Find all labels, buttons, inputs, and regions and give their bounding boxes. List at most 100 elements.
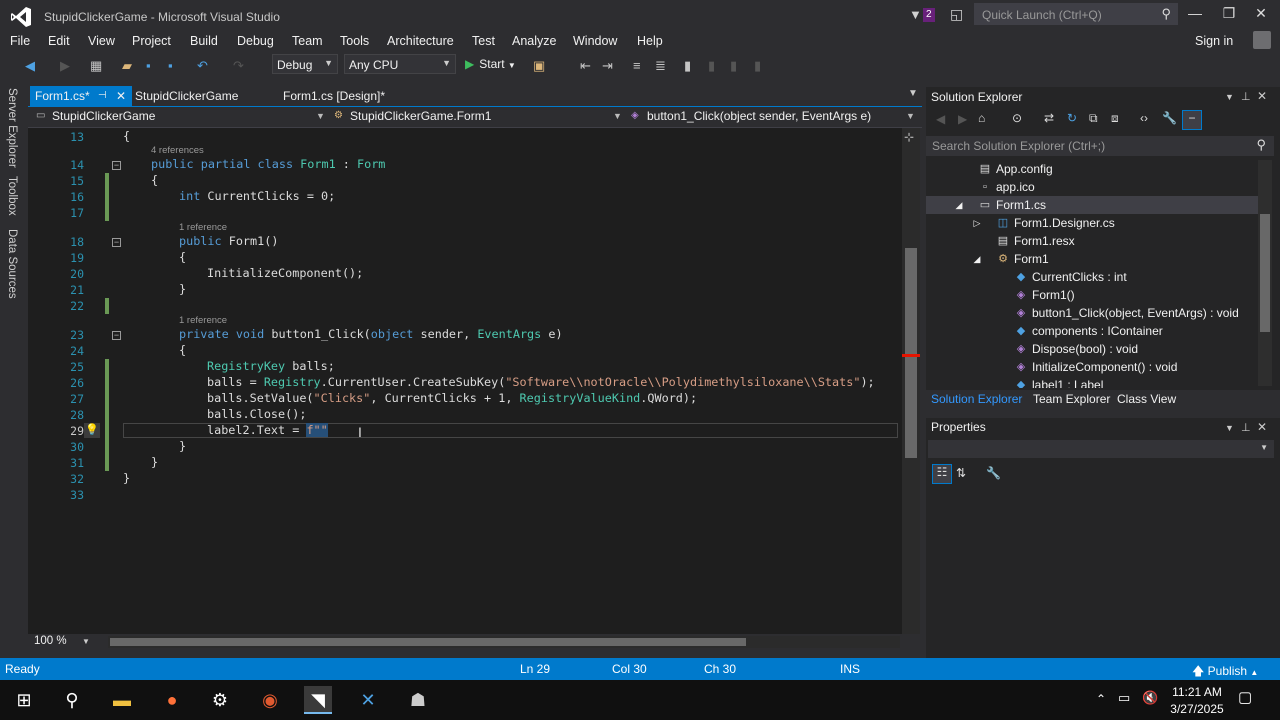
firefox-icon[interactable]: ● (158, 686, 186, 714)
chevron-down-icon[interactable]: ▼ (906, 111, 915, 121)
network-icon[interactable]: ▭ (1118, 690, 1130, 706)
file-explorer-icon[interactable]: ▬ (108, 686, 136, 714)
tree-item-app-config[interactable]: ▤ App.config (926, 160, 1258, 178)
step-over-icon[interactable]: ⇥ (602, 58, 613, 74)
member-select[interactable]: button1_Click(object sender, EventArgs e… (647, 109, 871, 123)
volume-muted-icon[interactable]: 🔇 (1142, 690, 1158, 706)
scrollbar-thumb[interactable] (110, 638, 746, 646)
tab-team-explorer[interactable]: Team Explorer (1033, 392, 1110, 406)
tree-item-member[interactable]: ◈ Dispose(bool) : void (926, 340, 1258, 358)
tree-item-form1-class[interactable]: ◢ ⚙ Form1 (926, 250, 1258, 268)
tree-item-app-ico[interactable]: ▫ app.ico (926, 178, 1258, 196)
tree-item-form1-designer[interactable]: ▷ ◫ Form1.Designer.cs (926, 214, 1258, 232)
tab-list-dropdown-icon[interactable]: ▼ (908, 88, 918, 99)
settings-gear-icon[interactable]: ⚙ (206, 686, 234, 714)
zoom-level[interactable]: 100 % (34, 635, 67, 647)
notification-center-icon[interactable]: ▢ (1238, 688, 1252, 706)
menu-edit[interactable]: Edit (48, 34, 70, 48)
prev-bookmark-icon[interactable]: ▮ (708, 58, 715, 74)
expanded-arrow-icon[interactable]: ◢ (952, 196, 966, 214)
tab-stupidclickergame[interactable]: StupidClickerGame (135, 86, 238, 106)
restore-button[interactable]: ❐ (1214, 5, 1244, 22)
tab-form1-design[interactable]: Form1.cs [Design]* (283, 86, 385, 106)
property-pages-icon[interactable]: 🔧 (986, 466, 1001, 480)
new-project-icon[interactable]: ▦ (90, 58, 102, 74)
step-icon[interactable]: ⇤ (580, 58, 591, 74)
sync-icon[interactable]: ⊙ (1012, 111, 1022, 125)
menu-window[interactable]: Window (573, 34, 617, 48)
menu-tools[interactable]: Tools (340, 34, 369, 48)
filter-icon[interactable]: ▼ (909, 7, 922, 22)
refresh-icon[interactable]: ↻ (1067, 111, 1077, 125)
configuration-select[interactable]: Debug ▼ (272, 54, 338, 74)
close-tab-icon[interactable]: ✕ (116, 86, 126, 106)
search-icon[interactable]: ⚲ (1161, 6, 1171, 22)
server-explorer-tab[interactable]: Server Explorer (6, 88, 18, 168)
visual-studio-logo-icon[interactable] (10, 6, 32, 28)
windows-start-icon[interactable]: ⊞ (10, 686, 38, 714)
search-icon[interactable]: ⚲ (58, 686, 86, 714)
visual-studio-taskbar-icon[interactable]: ◥ (304, 686, 332, 714)
start-debugging-button[interactable]: ▶ Start ▼ (465, 57, 516, 71)
tab-class-view[interactable]: Class View (1117, 392, 1176, 406)
home-icon[interactable]: ⌂ (978, 111, 985, 125)
categorized-icon[interactable]: ☷ (932, 464, 952, 484)
account-icon[interactable] (1253, 31, 1271, 49)
code-editor[interactable]: 13 14 15 16 17 18 19 20 21 22 23 24 25 2… (28, 128, 902, 634)
references-codelens[interactable]: 4 references (151, 145, 204, 156)
menu-file[interactable]: File (10, 34, 30, 48)
solution-explorer-search-input[interactable]: Search Solution Explorer (Ctrl+;) ⚲ (926, 136, 1274, 156)
redo-icon[interactable]: ↷ (233, 58, 244, 74)
chevron-down-icon[interactable]: ▼ (613, 111, 622, 121)
tray-chevron-up-icon[interactable]: ⌃ (1096, 692, 1106, 706)
app-icon[interactable]: ◉ (256, 686, 284, 714)
menu-project[interactable]: Project (132, 34, 171, 48)
collapse-icon[interactable]: − (112, 238, 121, 247)
pending-changes-icon[interactable]: ⇄ (1044, 111, 1054, 125)
menu-test[interactable]: Test (472, 34, 495, 48)
platform-select[interactable]: Any CPU ▼ (344, 54, 456, 74)
feedback-icon[interactable]: ◱ (950, 6, 963, 23)
menu-architecture[interactable]: Architecture (387, 34, 454, 48)
collapse-all-icon[interactable]: ⧉ (1089, 111, 1098, 126)
ide-taskbar-icon[interactable]: ✕ (354, 686, 382, 714)
split-icon[interactable]: ⊹ (904, 130, 914, 144)
toolbox-tab[interactable]: Toolbox (6, 176, 18, 216)
menu-analyze[interactable]: Analyze (512, 34, 556, 48)
tree-item-member[interactable]: ◈ button1_Click(object, EventArgs) : void (926, 304, 1258, 322)
pin-icon[interactable]: ⊣ (98, 86, 107, 106)
tree-item-form1-resx[interactable]: ▤ Form1.resx (926, 232, 1258, 250)
expanded-arrow-icon[interactable]: ◢ (970, 250, 984, 268)
collapsed-arrow-icon[interactable]: ▷ (970, 214, 984, 232)
sign-in-link[interactable]: Sign in (1195, 34, 1233, 48)
taskbar-clock[interactable]: 11:21 AM 3/27/2025 (1166, 684, 1228, 718)
clear-bookmarks-icon[interactable]: ▮ (754, 58, 761, 74)
quick-launch-input[interactable]: Quick Launch (Ctrl+Q) ⚲ (974, 3, 1178, 25)
tab-form1-cs[interactable]: Form1.cs* ⊣ ✕ (30, 86, 132, 106)
tree-item-member[interactable]: ◆ CurrentClicks : int (926, 268, 1258, 286)
type-select[interactable]: StupidClickerGame.Form1 (350, 109, 491, 123)
menu-build[interactable]: Build (190, 34, 218, 48)
comment-icon[interactable]: ≡ (633, 58, 641, 73)
tab-solution-explorer[interactable]: Solution Explorer (931, 392, 1022, 406)
chevron-down-icon[interactable]: ▼ (316, 111, 325, 121)
close-icon[interactable]: ✕ (1257, 420, 1267, 434)
scrollbar-thumb[interactable] (1260, 214, 1270, 332)
save-icon[interactable]: ▪ (146, 58, 151, 73)
lightbulb-icon[interactable]: 💡 (84, 423, 100, 438)
scrollbar-thumb[interactable] (905, 248, 917, 458)
alphabetical-icon[interactable]: ⇅ (956, 466, 966, 480)
collapse-icon[interactable]: − (112, 331, 121, 340)
minimize-button[interactable]: — (1180, 5, 1210, 21)
forward-icon[interactable]: ▶ (958, 112, 967, 126)
show-all-files-icon[interactable]: ⧈ (1111, 111, 1119, 126)
tree-item-member[interactable]: ◈ InitializeComponent() : void (926, 358, 1258, 376)
menu-view[interactable]: View (88, 34, 115, 48)
tree-item-member[interactable]: ◆ label1 : Label (926, 376, 1258, 388)
game-taskbar-icon[interactable]: ☗ (404, 686, 432, 714)
save-all-icon[interactable]: ▪ (168, 58, 173, 73)
properties-icon[interactable]: 🔧 (1162, 111, 1177, 125)
search-icon[interactable]: ⚲ (1256, 137, 1266, 153)
references-codelens[interactable]: 1 reference (179, 222, 227, 233)
chevron-down-icon[interactable]: ▼ (1225, 423, 1234, 433)
